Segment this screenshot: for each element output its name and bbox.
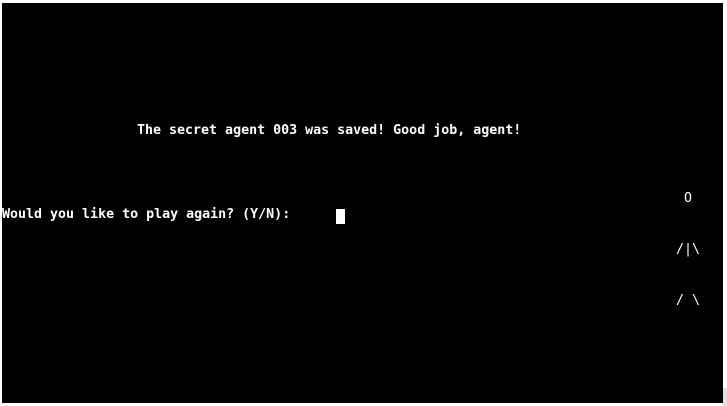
stick-figure-icon: O /|\ / \: [676, 156, 716, 343]
window-frame: The secret agent 003 was saved! Good job…: [0, 0, 727, 406]
text-cursor[interactable]: [336, 209, 345, 224]
stick-figure-body: /|\: [676, 242, 701, 257]
stick-figure-head: O: [676, 191, 693, 206]
result-message: The secret agent 003 was saved! Good job…: [137, 123, 522, 138]
play-again-prompt: Would you like to play again? (Y/N):: [2, 207, 299, 222]
stick-figure-legs: / \: [676, 293, 701, 308]
scrollbar-corner: [723, 388, 727, 406]
terminal-screen[interactable]: The secret agent 003 was saved! Good job…: [2, 3, 723, 403]
